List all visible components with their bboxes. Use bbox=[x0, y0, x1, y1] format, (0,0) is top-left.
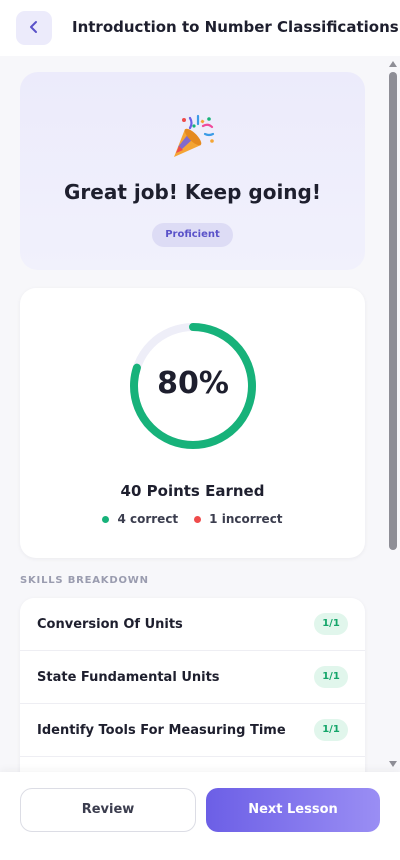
score-card: 80% 40 Points Earned 4 correct 1 incorre… bbox=[20, 288, 365, 558]
score-percent: 80% bbox=[157, 366, 229, 401]
skills-list: Conversion Of Units 1/1 State Fundamenta… bbox=[20, 598, 365, 772]
skill-score-badge: 1/1 bbox=[314, 719, 348, 741]
skills-section-heading: SKILLS BREAKDOWN bbox=[20, 575, 149, 586]
correct-dot-icon bbox=[102, 515, 110, 523]
answer-tally: 4 correct 1 incorrect bbox=[20, 512, 365, 526]
incorrect-label: 1 incorrect bbox=[209, 512, 283, 526]
scrollbar-thumb[interactable] bbox=[389, 72, 397, 550]
skill-score-badge: 1/1 bbox=[314, 613, 348, 635]
action-footer: Review Next Lesson bbox=[0, 772, 400, 860]
skill-row-partial[interactable] bbox=[20, 757, 365, 772]
skill-name: Conversion Of Units bbox=[37, 616, 183, 632]
skill-name: Identify Tools For Measuring Time bbox=[37, 722, 286, 738]
skill-score-badge: 1/1 bbox=[314, 666, 348, 688]
chevron-left-icon bbox=[28, 19, 40, 38]
top-bar: Introduction to Number Classifications bbox=[0, 0, 400, 56]
incorrect-count: 1 incorrect bbox=[194, 512, 283, 526]
skill-name: State Fundamental Units bbox=[37, 669, 220, 685]
scroll-up-arrow-icon[interactable] bbox=[389, 61, 397, 67]
vertical-scrollbar[interactable] bbox=[386, 56, 400, 772]
next-lesson-button[interactable]: Next Lesson bbox=[206, 788, 380, 832]
skill-row[interactable]: State Fundamental Units 1/1 bbox=[20, 651, 365, 704]
page-title: Introduction to Number Classifications bbox=[72, 18, 399, 36]
correct-label: 4 correct bbox=[117, 512, 179, 526]
correct-count: 4 correct bbox=[102, 512, 178, 526]
party-popper-icon bbox=[168, 112, 218, 162]
scroll-down-arrow-icon[interactable] bbox=[389, 761, 397, 767]
incorrect-dot-icon bbox=[194, 515, 202, 523]
skill-row[interactable]: Conversion Of Units 1/1 bbox=[20, 598, 365, 651]
result-message: Great job! Keep going! bbox=[63, 180, 321, 204]
proficiency-badge: Proficient bbox=[152, 223, 233, 247]
results-scroll-area[interactable]: Great job! Keep going! Proficient 80% 40… bbox=[0, 56, 386, 772]
result-hero-card: Great job! Keep going! Proficient bbox=[20, 72, 365, 270]
back-button[interactable] bbox=[16, 11, 52, 45]
review-button[interactable]: Review bbox=[20, 788, 196, 832]
points-earned: 40 Points Earned bbox=[120, 482, 265, 500]
skill-row[interactable]: Identify Tools For Measuring Time 1/1 bbox=[20, 704, 365, 757]
